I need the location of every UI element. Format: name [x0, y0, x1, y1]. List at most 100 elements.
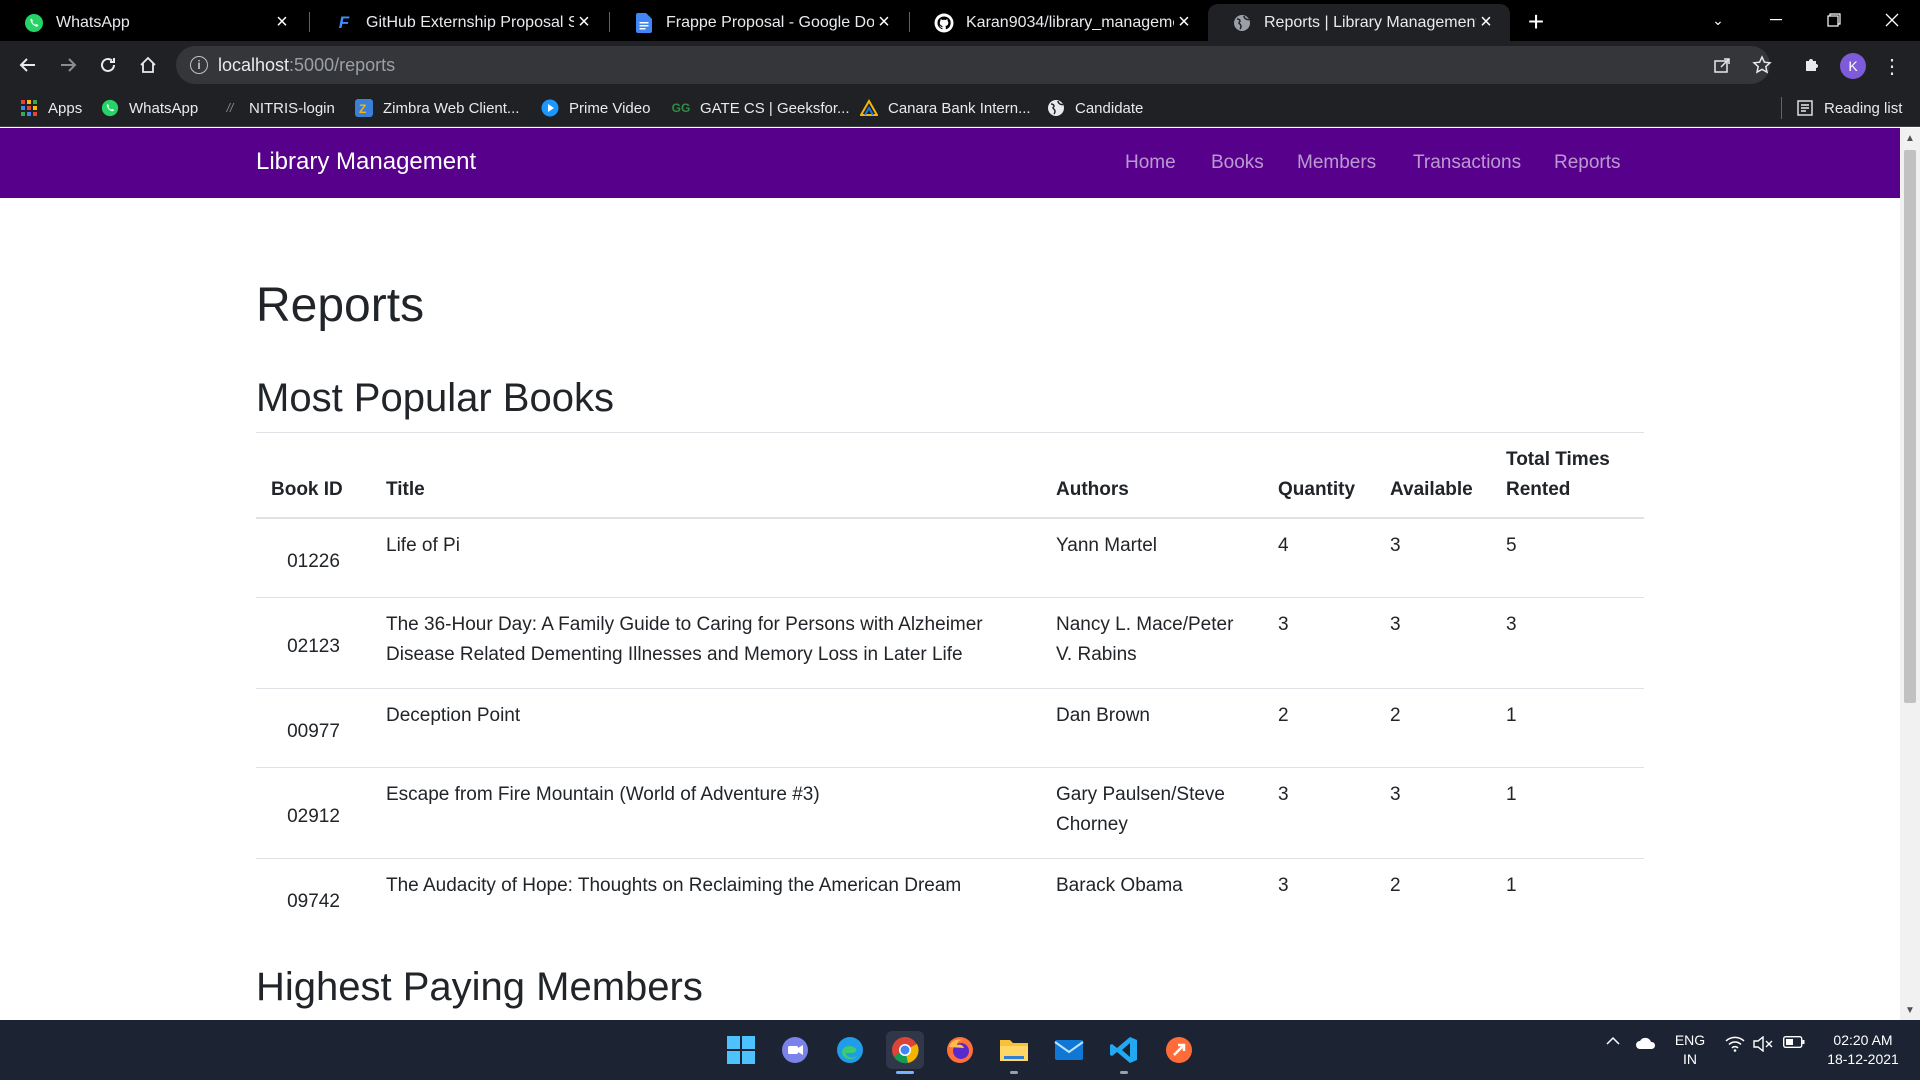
cell-authors: Nancy L. Mace/Peter V. Rabins [1041, 597, 1263, 689]
bookmark-nitris[interactable]: // NITRIS-login [221, 97, 335, 119]
reload-button[interactable] [92, 49, 124, 81]
clock[interactable]: 02:20 AM 18-12-2021 [1818, 1031, 1908, 1069]
canara-bank-icon [860, 99, 878, 117]
new-tab-button[interactable]: + [1522, 6, 1550, 37]
nav-link-members[interactable]: Members [1297, 152, 1376, 174]
table-row: 09742 The Audacity of Hope: Thoughts on … [256, 858, 1644, 937]
home-icon [140, 56, 156, 73]
language-indicator[interactable]: ENG IN [1672, 1031, 1708, 1069]
running-app-indicator [1010, 1071, 1018, 1074]
close-tab-icon[interactable]: × [272, 11, 292, 33]
postman-icon[interactable] [1160, 1031, 1198, 1069]
bookmark-whatsapp[interactable]: WhatsApp [101, 97, 198, 119]
bookmark-candidate[interactable]: Candidate [1047, 97, 1143, 119]
nav-link-books[interactable]: Books [1211, 152, 1264, 174]
page-scrollbar[interactable]: ▲ ▼ [1900, 128, 1920, 1020]
github-icon [934, 13, 954, 33]
highest-paying-members-heading: Highest Paying Members [256, 965, 703, 1009]
bookmarks-bar: Apps WhatsApp // NITRIS-login Z Zimbra W… [0, 89, 1920, 127]
wifi-icon[interactable] [1724, 1036, 1746, 1052]
show-hidden-icons-chevron-icon[interactable] [1604, 1036, 1622, 1046]
cell-authors: Gary Paulsen/Steve Chorney [1041, 767, 1263, 859]
nav-link-reports[interactable]: Reports [1554, 152, 1621, 174]
close-window-button[interactable] [1864, 4, 1920, 36]
forward-button[interactable] [52, 49, 84, 81]
reading-list-icon [1796, 99, 1814, 117]
teams-chat-icon[interactable] [776, 1031, 814, 1069]
mail-icon[interactable] [1050, 1031, 1088, 1069]
frappe-icon: F [338, 12, 350, 32]
bookmark-zimbra[interactable]: Z Zimbra Web Client... [355, 97, 519, 119]
tab-title: Reports | Library Management [1264, 13, 1476, 31]
cell-available: 2 [1375, 688, 1491, 768]
reading-list-label: Reading list [1824, 99, 1903, 117]
bookmark-geeksforgeeks[interactable]: GG GATE CS | Geeksfor... [672, 97, 850, 119]
more-menu-icon[interactable]: ⋮ [1882, 53, 1902, 79]
tab-github-externship[interactable]: F GitHub Externship Proposal Subn × [310, 4, 608, 41]
restore-button[interactable] [1806, 4, 1862, 36]
windows-start-icon[interactable] [722, 1031, 760, 1069]
bookmark-apps[interactable]: Apps [20, 97, 82, 119]
url-text[interactable]: localhost:5000/reports [218, 55, 395, 76]
bookmark-star-button[interactable] [1746, 49, 1778, 81]
clock-date: 18-12-2021 [1827, 1051, 1899, 1067]
address-bar[interactable]: i localhost:5000/reports [176, 46, 1770, 84]
cell-book-id: 00977 [256, 688, 371, 768]
header-line: Total Times [1506, 449, 1610, 470]
tab-github-repo[interactable]: Karan9034/library_management: × [910, 4, 1208, 41]
bookmark-label: Canara Bank Intern... [888, 99, 1031, 117]
cell-quantity: 4 [1263, 518, 1375, 598]
nav-link-home[interactable]: Home [1125, 152, 1176, 174]
tab-reports-active[interactable]: Reports | Library Management × [1208, 4, 1510, 41]
scroll-up-arrow-icon[interactable]: ▲ [1900, 130, 1920, 146]
extensions-button[interactable] [1796, 49, 1828, 81]
close-tab-icon[interactable]: × [874, 11, 894, 33]
tab-whatsapp[interactable]: WhatsApp × [0, 4, 306, 41]
file-explorer-icon[interactable] [995, 1031, 1033, 1069]
app-brand[interactable]: Library Management [256, 148, 476, 176]
profile-avatar[interactable]: K [1840, 53, 1866, 79]
minimize-icon [1770, 19, 1782, 21]
cell-authors: Dan Brown [1041, 688, 1263, 768]
edge-icon[interactable] [831, 1031, 869, 1069]
cell-quantity: 3 [1263, 767, 1375, 859]
whatsapp-icon [24, 13, 44, 33]
url-host: localhost [218, 55, 290, 75]
tab-frappe-proposal[interactable]: Frappe Proposal - Google Docs × [610, 4, 908, 41]
firefox-icon[interactable] [941, 1031, 979, 1069]
close-tab-icon[interactable]: × [1476, 11, 1496, 33]
bookmark-canara-bank[interactable]: Canara Bank Intern... [860, 97, 1031, 119]
reload-icon [101, 57, 115, 72]
chrome-icon[interactable] [886, 1031, 924, 1069]
header-line: Rented [1506, 479, 1571, 500]
share-icon [1714, 58, 1730, 73]
page-title: Reports [256, 279, 425, 332]
tab-search-chevron-icon[interactable]: ⌄ [1690, 4, 1746, 36]
table-header-row: Book ID Title Authors Quantity Available… [256, 433, 1644, 519]
bookmark-prime-video[interactable]: Prime Video [541, 97, 650, 119]
close-tab-icon[interactable]: × [574, 11, 594, 33]
cell-book-id: 09742 [287, 890, 340, 912]
cell-times-rented: 1 [1506, 874, 1517, 896]
site-info-icon[interactable]: i [190, 56, 208, 74]
scroll-down-arrow-icon[interactable]: ▼ [1900, 1002, 1920, 1018]
minimize-button[interactable] [1748, 4, 1804, 36]
cell-title: The Audacity of Hope: Thoughts on Reclai… [386, 874, 962, 896]
scrollbar-thumb[interactable] [1904, 150, 1916, 703]
cell-authors: Barack Obama [1056, 874, 1183, 896]
back-button[interactable] [12, 49, 44, 81]
onedrive-cloud-icon[interactable] [1634, 1036, 1658, 1050]
reading-list-button[interactable]: Reading list [1796, 97, 1902, 119]
cell-available: 3 [1375, 518, 1491, 598]
close-tab-icon[interactable]: × [1174, 11, 1194, 33]
vscode-icon[interactable] [1105, 1031, 1143, 1069]
active-app-indicator [896, 1071, 914, 1074]
cell-title: Deception Point [371, 688, 1041, 768]
nav-link-transactions[interactable]: Transactions [1413, 152, 1521, 174]
volume-muted-icon[interactable] [1752, 1036, 1774, 1052]
bookmark-label: WhatsApp [129, 99, 199, 117]
home-button[interactable] [132, 49, 164, 81]
language-code: ENG [1674, 1032, 1706, 1048]
battery-icon[interactable] [1782, 1036, 1806, 1048]
share-button[interactable] [1706, 49, 1738, 81]
